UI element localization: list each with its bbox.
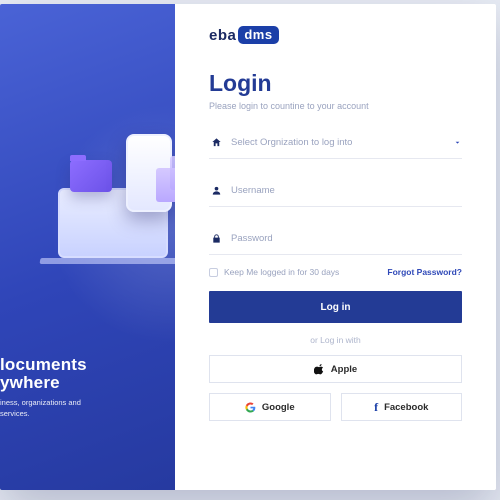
remember-checkbox[interactable]: Keep Me logged in for 30 days — [209, 267, 339, 277]
apple-login-button[interactable]: Apple — [209, 355, 462, 383]
chevron-down-icon — [453, 138, 462, 147]
laptop-base-icon — [39, 258, 175, 264]
username-field[interactable]: Username — [209, 175, 462, 207]
password-placeholder: Password — [223, 233, 462, 244]
hero-sub-1: iness, organizations and — [0, 398, 81, 407]
organization-select[interactable]: Select Orgnization to log into — [209, 127, 462, 159]
remember-label: Keep Me logged in for 30 days — [224, 267, 339, 277]
google-label: Google — [262, 402, 295, 413]
organization-placeholder: Select Orgnization to log into — [223, 137, 453, 148]
folder-icon — [70, 160, 112, 192]
hero-panel: locuments ywhere iness, organizations an… — [0, 4, 175, 490]
hero-headline-2: ywhere — [0, 373, 60, 392]
brand-part2: dms — [238, 26, 278, 44]
checkbox-icon — [209, 268, 218, 277]
google-login-button[interactable]: Google — [209, 393, 331, 421]
username-placeholder: Username — [223, 185, 462, 196]
brand-part1: eba — [209, 27, 236, 44]
password-field[interactable]: Password — [209, 223, 462, 255]
social-divider: or Log in with — [209, 335, 462, 345]
home-icon — [209, 137, 223, 148]
login-panel: eba dms Login Please login to countine t… — [175, 4, 496, 490]
facebook-icon: f — [374, 400, 378, 415]
google-icon — [245, 402, 256, 413]
page-title: Login — [209, 70, 462, 97]
page-subtitle: Please login to countine to your account — [209, 101, 462, 111]
user-icon — [209, 185, 223, 196]
hero-headline-1: locuments — [0, 355, 87, 374]
facebook-login-button[interactable]: f Facebook — [341, 393, 463, 421]
forgot-password-link[interactable]: Forgot Password? — [387, 267, 462, 277]
apple-label: Apple — [331, 364, 357, 375]
hero-illustration — [30, 104, 175, 274]
login-button[interactable]: Log in — [209, 291, 462, 323]
facebook-label: Facebook — [384, 402, 428, 413]
apple-icon — [314, 363, 325, 375]
brand-logo: eba dms — [209, 26, 462, 44]
lock-icon — [209, 233, 223, 244]
hero-sub-2: services. — [0, 409, 30, 418]
document-icon — [170, 156, 175, 190]
